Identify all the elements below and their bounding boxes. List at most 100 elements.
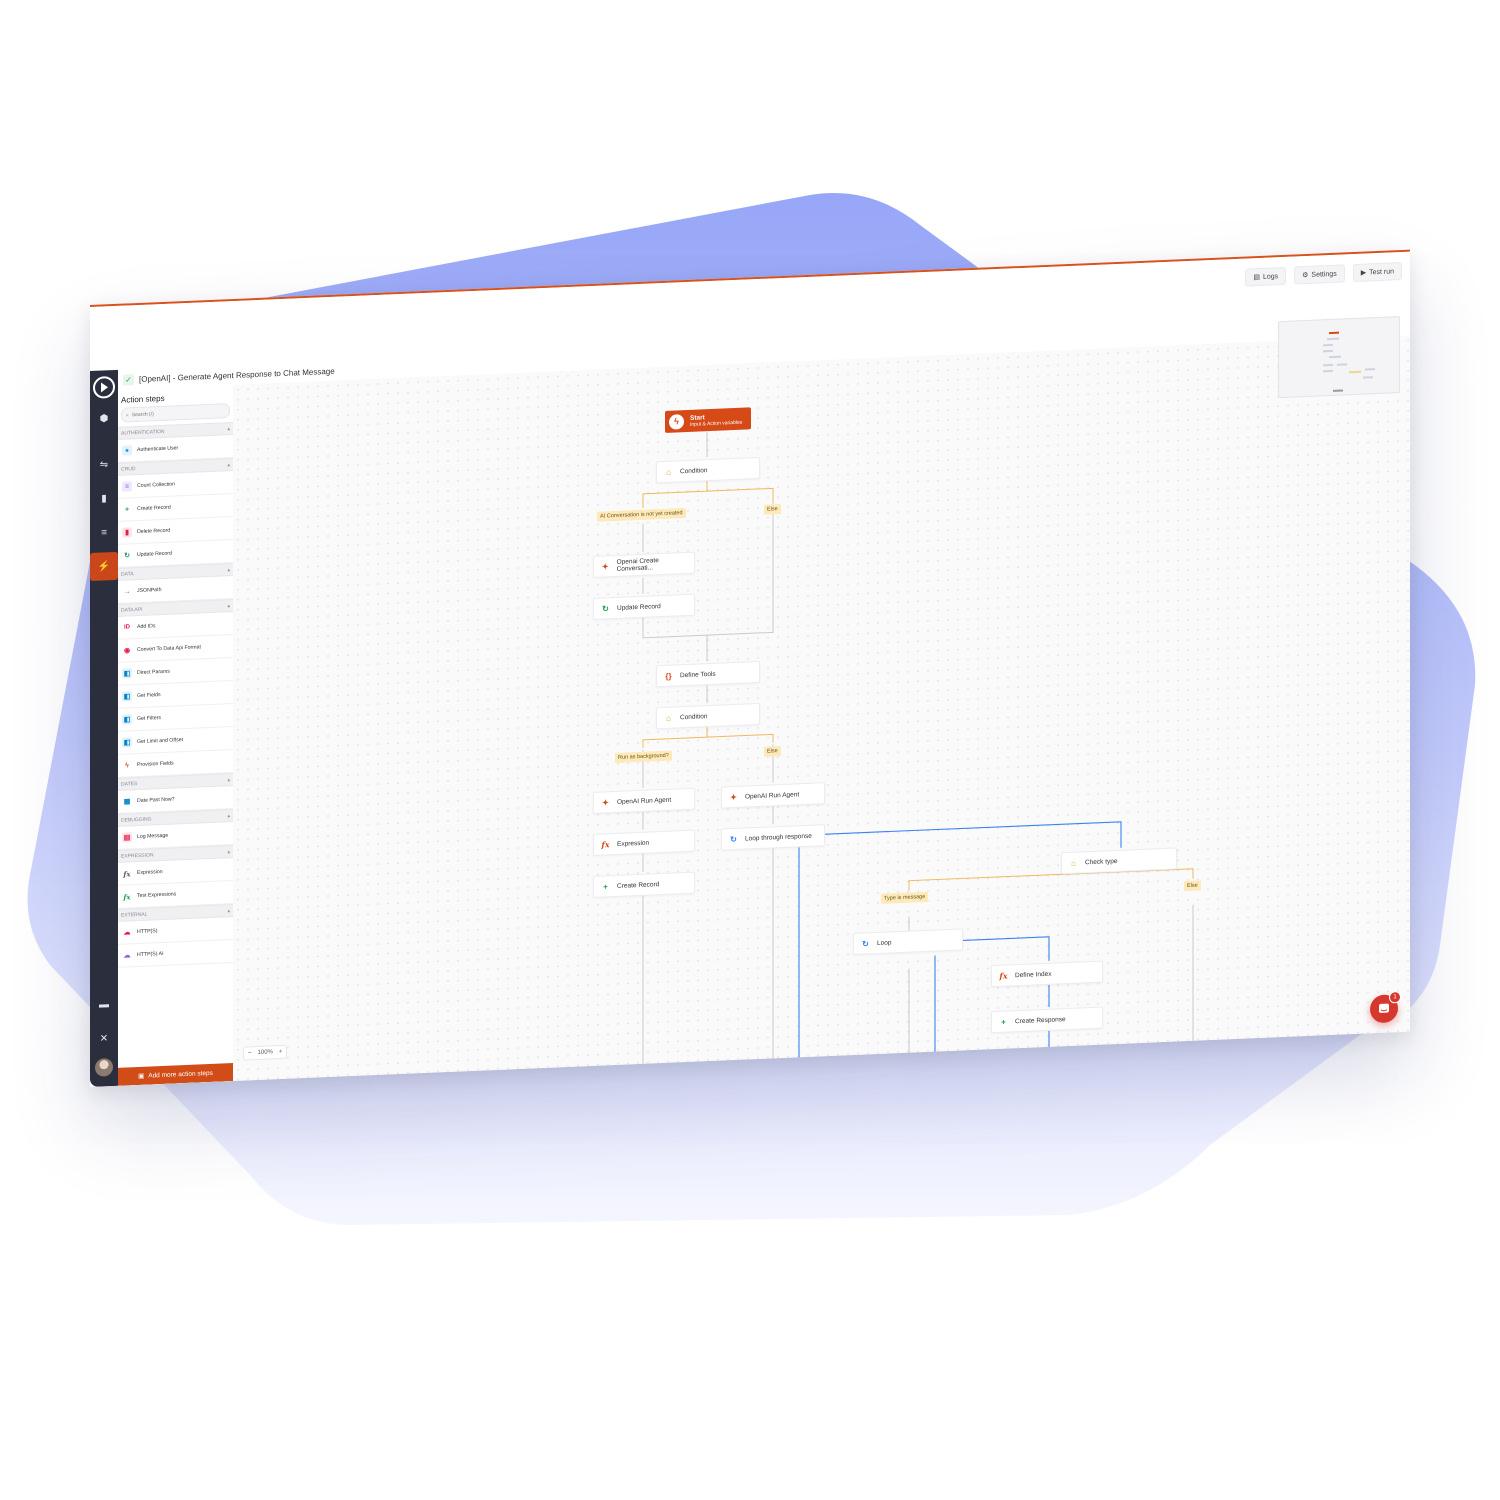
item-label: Provision Fields	[137, 760, 174, 769]
loop-icon: ↻	[730, 834, 737, 844]
chevron-up-icon: ▴	[227, 461, 230, 468]
workflow-editor-window: ▤ Logs ⚙ Settings ▶ Test run ✓ [OpenAI] …	[90, 249, 1410, 1088]
zoom-out-button[interactable]: −	[248, 1050, 252, 1056]
category-label: DATA	[121, 570, 134, 578]
item-label: Create Record	[137, 504, 171, 513]
item-label: Delete Record	[137, 527, 171, 536]
test-run-button[interactable]: ▶ Test run	[1352, 262, 1402, 283]
chevron-up-icon: ▴	[227, 602, 230, 609]
item-label: Authenticate User	[137, 445, 179, 454]
workflow-canvas[interactable]: ϟ Start Input & Action variables ⌂ Condi…	[233, 316, 1410, 1082]
trash-icon: ▮	[122, 527, 132, 538]
tools-icon[interactable]: ✕	[90, 1024, 118, 1053]
check-type-node[interactable]: ⌂ Check type	[1061, 847, 1177, 875]
chat-widget-button[interactable]: 1	[1370, 991, 1401, 1024]
refresh-icon: ↻	[124, 552, 130, 560]
loop-node[interactable]: ↻ Loop	[853, 928, 963, 956]
else-tag[interactable]: Else	[764, 504, 781, 515]
settings-label: Settings	[1311, 270, 1337, 279]
condition-node[interactable]: ⌂ Condition	[656, 456, 760, 484]
else-tag[interactable]: Else	[764, 746, 781, 757]
minimap[interactable]	[1278, 316, 1400, 399]
expression-node[interactable]: fx Expression	[593, 829, 695, 856]
condition-node[interactable]: ⌂ Condition	[656, 702, 760, 730]
id-icon: ID	[124, 624, 130, 631]
item-label: Count Collection	[137, 481, 176, 490]
logs-icon: ▤	[1253, 273, 1260, 282]
add-more-action-steps-button[interactable]: ▣ Add more action steps	[118, 1063, 233, 1086]
zoom-in-button[interactable]: +	[279, 1049, 283, 1055]
openai-create-conversation-node[interactable]: ✦ Openai Create Conversati...	[593, 551, 695, 578]
zoom-level: 100%	[257, 1049, 273, 1056]
bolt-icon[interactable]: ⚡	[90, 551, 118, 581]
item-label: Get Filters	[137, 715, 161, 723]
test-run-label: Test run	[1369, 267, 1394, 276]
node-label: OpenAI Run Agent	[745, 790, 800, 801]
condition-tag[interactable]: Run as background?	[615, 750, 672, 763]
refresh-icon: ↻	[602, 603, 609, 614]
store-icon[interactable]: ▬	[90, 990, 118, 1019]
chat-icon	[1379, 1003, 1389, 1013]
define-tools-node[interactable]: {} Define Tools	[656, 660, 760, 688]
log-icon: ▤	[122, 832, 132, 843]
start-text: Start Input & Action variables	[690, 412, 742, 428]
settings-button[interactable]: ⚙ Settings	[1294, 264, 1345, 285]
avatar[interactable]	[95, 1058, 113, 1077]
node-label: OpenAI Run Agent	[617, 796, 672, 806]
convert-icon: ◉	[123, 647, 131, 655]
list-item[interactable]: ☁ HTTP(S) AI	[118, 940, 233, 968]
item-label: Test Expressions	[137, 891, 177, 900]
home-icon[interactable]: ⬢	[90, 404, 118, 433]
sparkle-icon: ✦	[730, 792, 737, 802]
node-label: Define Tools	[680, 670, 716, 679]
chevron-up-icon: ▴	[227, 776, 230, 783]
check-icon: ✓	[123, 373, 134, 386]
else-tag[interactable]: Else	[1184, 880, 1201, 892]
condition-tag[interactable]: AI Conversation is not yet created	[597, 508, 686, 522]
condition-tag[interactable]: Type is message	[881, 891, 929, 904]
database-icon[interactable]: ≡	[90, 518, 118, 547]
node-label: Check type	[1085, 857, 1118, 866]
start-node[interactable]: ϟ Start Input & Action variables	[665, 407, 751, 433]
category-label: EXPRESSION	[121, 851, 154, 860]
document-icon[interactable]: ▮	[90, 484, 118, 513]
node-label: Create Response	[1015, 1015, 1066, 1025]
plus-icon: +	[124, 505, 130, 514]
node-label: Condition	[680, 466, 708, 475]
logs-button[interactable]: ▤ Logs	[1245, 266, 1287, 287]
update-record-node[interactable]: ↻ Update Record	[593, 593, 695, 620]
openai-run-agent-node[interactable]: ✦ OpenAI Run Agent	[721, 782, 825, 809]
play-icon: ▶	[1360, 269, 1367, 277]
fx-icon: fx	[123, 868, 131, 879]
node-label: Define Index	[1015, 970, 1052, 979]
openai-run-agent-node[interactable]: ✦ OpenAI Run Agent	[593, 787, 695, 814]
loop-through-response-node[interactable]: ↻ Loop through response	[721, 824, 825, 851]
category-label: EXTERNAL	[121, 911, 148, 919]
search-placeholder: Search (/)	[131, 410, 154, 418]
node-label: Expression	[617, 839, 650, 848]
nav-rail: ⬢ ⇋ ▮ ≡ ⚡ ▬ ✕	[90, 369, 118, 1088]
search-input[interactable]: ⌕ Search (/)	[121, 403, 230, 423]
loop-icon: ↻	[862, 938, 869, 949]
item-label: Direct Params	[137, 668, 170, 677]
chevron-up-icon: ▴	[227, 566, 230, 573]
create-record-node[interactable]: + Create Record	[593, 871, 695, 898]
chevron-up-icon: ▴	[227, 812, 230, 819]
routes-icon[interactable]: ⇋	[90, 450, 118, 479]
app-logo-icon[interactable]	[93, 375, 115, 399]
create-response-node[interactable]: + Create Response	[991, 1006, 1103, 1034]
define-index-node[interactable]: fx Define Index	[991, 960, 1103, 988]
node-label: Loop through response	[745, 832, 812, 843]
chevron-up-icon: ▴	[227, 425, 230, 432]
workflow-connections	[642, 432, 1194, 1068]
item-label: Date Past Now?	[137, 796, 175, 805]
node-label: Openai Create Conversati...	[616, 557, 659, 573]
bolt-icon: ϟ	[125, 761, 129, 770]
workflow-title[interactable]: [OpenAI] - Generate Agent Response to Ch…	[139, 366, 335, 383]
fx-icon: fx	[601, 839, 610, 850]
item-label: Get Fields	[137, 692, 161, 700]
search-icon: ⌕	[126, 411, 129, 418]
chevron-up-icon: ▴	[227, 907, 230, 914]
condition-icon: ⌂	[666, 713, 671, 723]
item-label: Log Message	[137, 832, 169, 841]
